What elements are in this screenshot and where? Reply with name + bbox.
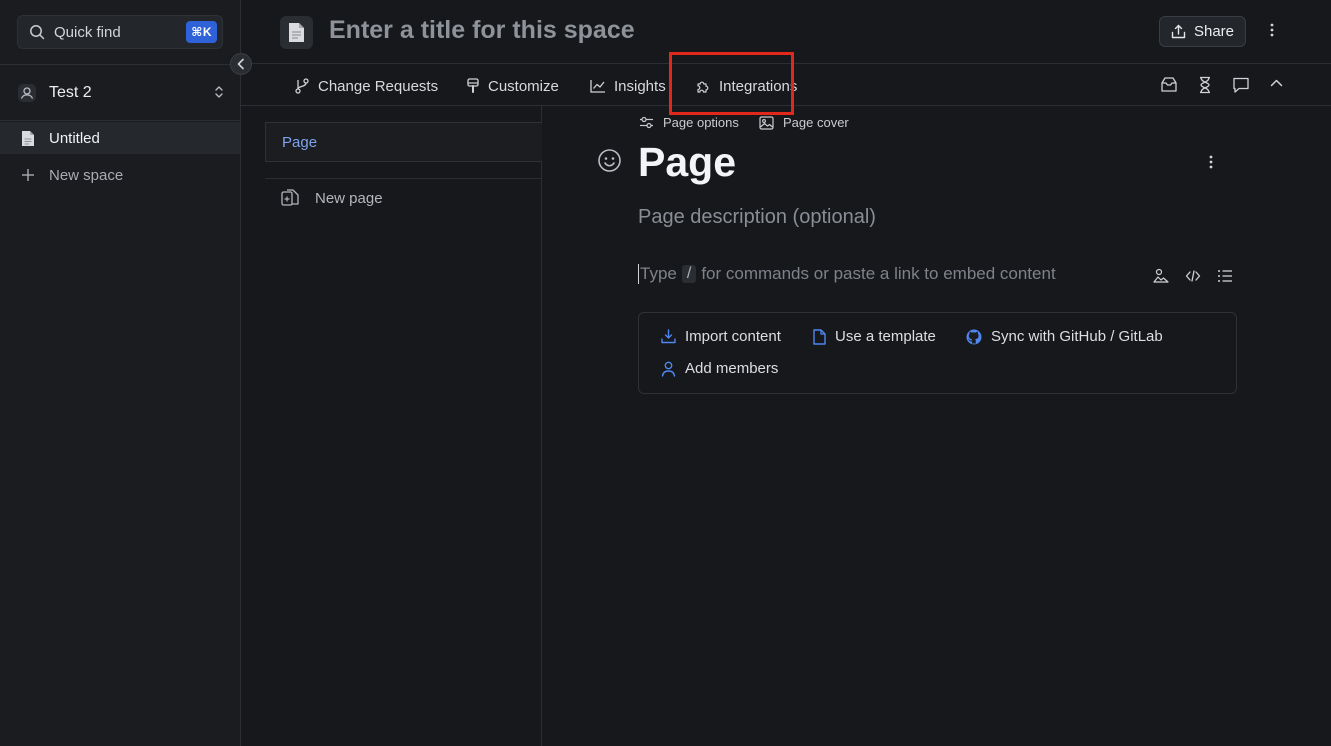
sliders-icon (639, 116, 654, 129)
sync-github-button[interactable]: Sync with GitHub / GitLab (966, 328, 1163, 345)
quick-actions-panel: Import content Use a template Sync with … (638, 312, 1237, 394)
sidebar-item-label: New space (49, 166, 124, 184)
page-more-options-icon[interactable] (1209, 154, 1213, 170)
import-icon (661, 329, 676, 344)
page-editor: Page options Page cover Page Page descri… (542, 106, 1331, 746)
brush-icon (466, 78, 480, 94)
new-page-icon (281, 189, 299, 207)
chart-line-icon (590, 79, 606, 93)
command-hint-prefix: Type (640, 264, 677, 283)
page-options-label: Page options (663, 115, 739, 130)
divider (0, 120, 241, 121)
action-label: Add members (685, 360, 779, 377)
tab-label: Customize (488, 77, 559, 95)
inbox-icon[interactable] (1160, 76, 1178, 94)
divider (265, 178, 542, 179)
tab-change-requests[interactable]: Change Requests (294, 75, 438, 97)
import-content-button[interactable]: Import content (661, 328, 781, 345)
sidebar-item-new-space[interactable]: New space (0, 159, 240, 191)
quick-find-label: Quick find (54, 23, 121, 41)
page-tree: Page New page (241, 106, 542, 746)
add-members-button[interactable]: Add members (661, 360, 778, 377)
sidebar: Quick find ⌘K Test 2 Untitled New space (0, 0, 241, 746)
page-description-input[interactable]: Page description (optional) (638, 206, 876, 229)
text-cursor (638, 264, 639, 284)
organization-icon (17, 83, 37, 103)
chevron-up-icon[interactable] (1270, 78, 1283, 88)
page-title[interactable]: Page (638, 139, 736, 186)
space-toolbar: Change Requests Customize Insights Integ… (241, 52, 1331, 115)
action-label: Use a template (835, 328, 936, 345)
search-icon (29, 24, 45, 40)
slash-key: / (681, 265, 697, 283)
page-cover-button[interactable]: Page cover (759, 115, 849, 130)
hourglass-icon[interactable] (1197, 76, 1213, 94)
chevron-left-icon (236, 58, 246, 70)
tree-item-page[interactable]: Page (265, 122, 542, 162)
code-icon[interactable] (1185, 268, 1201, 284)
new-page-button[interactable]: New page (281, 189, 383, 207)
editor-input[interactable]: Type / for commands or paste a link to e… (638, 264, 1056, 284)
file-icon (813, 328, 826, 345)
space-title-input[interactable]: Enter a title for this space (329, 16, 635, 45)
command-hint-suffix: for commands or paste a link to embed co… (701, 264, 1056, 283)
sidebar-item-untitled[interactable]: Untitled (0, 122, 240, 154)
comment-icon[interactable] (1232, 76, 1250, 94)
action-label: Import content (685, 328, 781, 345)
list-icon[interactable] (1217, 268, 1233, 284)
user-icon (661, 361, 676, 377)
emoji-picker-icon[interactable] (597, 148, 622, 173)
organization-name: Test 2 (49, 84, 92, 101)
image-icon (759, 115, 774, 130)
page-options-button[interactable]: Page options (639, 115, 739, 130)
page-cover-label: Page cover (783, 115, 849, 130)
more-options-icon[interactable] (1270, 22, 1274, 38)
chevron-updown-icon[interactable] (213, 84, 225, 100)
sidebar-item-label: Untitled (49, 129, 100, 147)
tab-label: Insights (614, 77, 666, 95)
collapse-sidebar-button[interactable] (230, 53, 252, 75)
branch-icon (294, 78, 310, 94)
space-icon-button[interactable] (280, 16, 313, 49)
tab-insights[interactable]: Insights (590, 75, 666, 97)
share-label: Share (1193, 23, 1235, 40)
divider (0, 64, 241, 65)
new-page-label: New page (315, 189, 383, 207)
tree-item-label: Page (282, 133, 318, 151)
document-icon (21, 130, 35, 147)
share-icon (1171, 24, 1186, 39)
document-icon (288, 22, 305, 43)
organization-switcher[interactable]: Test 2 (17, 80, 225, 106)
use-template-button[interactable]: Use a template (813, 328, 936, 345)
tab-customize[interactable]: Customize (466, 75, 559, 97)
tab-label: Change Requests (318, 77, 439, 95)
github-icon (966, 329, 982, 345)
plus-icon (21, 168, 35, 182)
action-label: Sync with GitHub / GitLab (991, 328, 1163, 345)
share-button[interactable]: Share (1159, 16, 1246, 47)
quick-find-button[interactable]: Quick find ⌘K (17, 15, 223, 49)
insert-drawing-icon[interactable] (1153, 268, 1169, 284)
shortcut-badge: ⌘K (186, 21, 217, 43)
